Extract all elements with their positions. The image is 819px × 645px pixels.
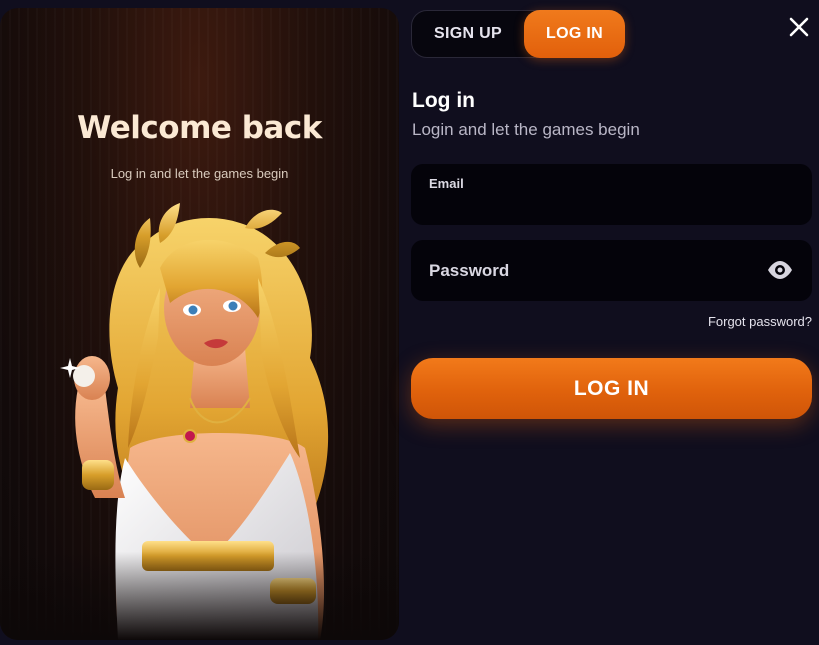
email-label: Email	[429, 176, 464, 191]
email-field[interactable]: Email	[411, 164, 812, 225]
email-input[interactable]	[429, 194, 789, 218]
login-button[interactable]: LOG IN	[411, 358, 812, 419]
tab-log-in[interactable]: LOG IN	[524, 10, 625, 58]
eye-icon[interactable]	[767, 260, 793, 280]
password-field[interactable]	[411, 240, 812, 301]
auth-tabs: SIGN UP LOG IN	[411, 10, 625, 58]
goddess-illustration	[0, 198, 399, 640]
promo-panel: Welcome back Log in and let the games be…	[0, 8, 399, 640]
promo-title: Welcome back	[77, 110, 322, 146]
close-icon[interactable]	[786, 14, 812, 40]
form-subtitle: Login and let the games begin	[412, 120, 640, 139]
login-modal: Welcome back Log in and let the games be…	[0, 0, 819, 645]
password-input[interactable]	[429, 258, 759, 284]
promo-subtitle: Log in and let the games begin	[110, 166, 289, 181]
form-title: Log in	[412, 89, 475, 112]
forgot-password-link[interactable]: Forgot password?	[708, 314, 812, 329]
tab-sign-up[interactable]: SIGN UP	[412, 10, 524, 58]
